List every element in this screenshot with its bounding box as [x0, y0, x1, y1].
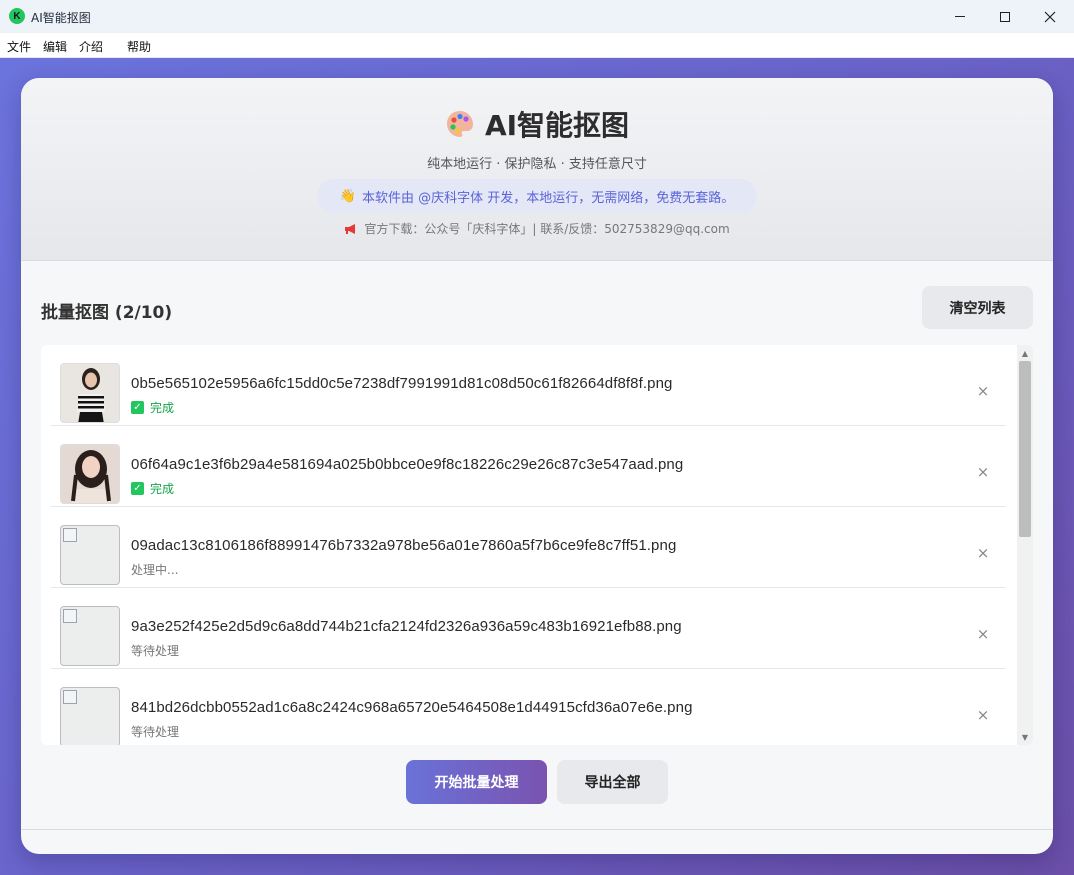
status-processing: 处理中...: [131, 563, 179, 577]
app-logo-icon: K: [9, 8, 25, 24]
remove-file-button[interactable]: ×: [975, 464, 991, 480]
list-scrollbar[interactable]: ▲ ▼: [1017, 345, 1033, 745]
download-info: 官方下载：公众号「庆科字体」| 联系/反馈：502753829@qq.com: [21, 220, 1053, 237]
close-window-button[interactable]: [1027, 0, 1073, 33]
minimize-button[interactable]: [937, 0, 983, 33]
image-thumbnail: [60, 606, 120, 666]
close-icon: [1044, 11, 1056, 22]
menu-about[interactable]: 介绍: [79, 38, 103, 55]
file-row: 841bd26dcbb0552ad1c6a8c2424c968a65720e54…: [51, 669, 1006, 745]
file-name: 9a3e252f425e2d5d9c6a8dd744b21cfa2124fd23…: [131, 618, 682, 635]
clear-list-button[interactable]: 清空列表: [922, 286, 1033, 329]
status-pending: 等待处理: [131, 725, 180, 739]
broken-image-icon: [63, 528, 77, 542]
file-name: 09adac13c8106186f88991476b7332a978be56a0…: [131, 537, 677, 554]
download-text: 官方下载：公众号「庆科字体」| 联系/反馈：502753829@qq.com: [364, 222, 730, 236]
megaphone-icon: [345, 224, 356, 234]
menu-edit[interactable]: 编辑: [43, 38, 67, 55]
check-icon: ✓: [131, 401, 144, 414]
status-text: 完成: [150, 401, 175, 415]
window-title: AI智能抠图: [31, 11, 91, 25]
maximize-icon: [1000, 11, 1010, 22]
scroll-up-arrow-icon[interactable]: ▲: [1017, 345, 1033, 361]
remove-file-button[interactable]: ×: [975, 383, 991, 399]
status-done: ✓ 完成: [131, 480, 174, 497]
check-icon: ✓: [131, 482, 144, 495]
menu-bar: 文件 编辑 介绍 帮助: [0, 33, 1074, 58]
title-bar: K AI智能抠图: [0, 0, 1074, 33]
palette-icon: [446, 111, 473, 137]
image-thumbnail: [60, 525, 120, 585]
broken-image-icon: [63, 609, 77, 623]
minimize-icon: [955, 16, 965, 17]
app-window: K AI智能抠图 文件 编辑 介绍 帮助 AI智能抠图 纯本地运行 · 保护隐私…: [0, 0, 1074, 875]
file-row: 0b5e565102e5956a6fc15dd0c5e7238df7991991…: [51, 345, 1006, 426]
menu-file[interactable]: 文件: [7, 38, 31, 55]
page-title: AI智能抠图: [484, 109, 630, 142]
image-thumbnail: [60, 444, 120, 504]
remove-file-button[interactable]: ×: [975, 545, 991, 561]
main-card: AI智能抠图 纯本地运行 · 保护隐私 · 支持任意尺寸 👋 本软件由 @庆科字…: [21, 78, 1053, 854]
remove-file-button[interactable]: ×: [975, 707, 991, 723]
remove-file-button[interactable]: ×: [975, 626, 991, 642]
file-list[interactable]: 0b5e565102e5956a6fc15dd0c5e7238df7991991…: [41, 345, 1033, 745]
developer-notice: 👋 本软件由 @庆科字体 开发，本地运行，无需网络，免费无套路。: [317, 179, 757, 213]
portrait-thumbnail-b: [61, 445, 119, 503]
scroll-thumb[interactable]: [1019, 361, 1031, 537]
header-title-row: AI智能抠图: [21, 104, 1053, 144]
file-name: 0b5e565102e5956a6fc15dd0c5e7238df7991991…: [131, 375, 673, 392]
file-row: 9a3e252f425e2d5d9c6a8dd744b21cfa2124fd23…: [51, 588, 1006, 669]
file-name: 06f64a9c1e3f6b29a4e581694a025b0bbce0e9f8…: [131, 456, 684, 473]
status-done: ✓ 完成: [131, 399, 174, 416]
notice-text: 本软件由 @庆科字体 开发，本地运行，无需网络，免费无套路。: [361, 190, 735, 206]
image-thumbnail: [60, 363, 120, 423]
scroll-down-arrow-icon[interactable]: ▼: [1017, 729, 1033, 745]
file-row: 06f64a9c1e3f6b29a4e581694a025b0bbce0e9f8…: [51, 426, 1006, 507]
start-batch-button[interactable]: 开始批量处理: [406, 760, 547, 804]
image-thumbnail: [60, 687, 120, 745]
app-header: AI智能抠图 纯本地运行 · 保护隐私 · 支持任意尺寸 👋 本软件由 @庆科字…: [21, 78, 1053, 261]
file-row: 09adac13c8106186f88991476b7332a978be56a0…: [51, 507, 1006, 588]
portrait-thumbnail-a: [61, 364, 119, 422]
bottom-divider: [21, 829, 1053, 830]
menu-help[interactable]: 帮助: [127, 38, 151, 55]
status-pending: 等待处理: [131, 644, 180, 658]
maximize-button[interactable]: [982, 0, 1028, 33]
batch-title: 批量抠图 (2/10): [41, 303, 173, 323]
export-all-button[interactable]: 导出全部: [557, 760, 668, 804]
waving-hand-icon: 👋: [339, 188, 356, 204]
header-subtitle: 纯本地运行 · 保护隐私 · 支持任意尺寸: [427, 157, 647, 172]
broken-image-icon: [63, 690, 77, 704]
file-name: 841bd26dcbb0552ad1c6a8c2424c968a65720e54…: [131, 699, 693, 716]
status-text: 完成: [150, 482, 175, 496]
